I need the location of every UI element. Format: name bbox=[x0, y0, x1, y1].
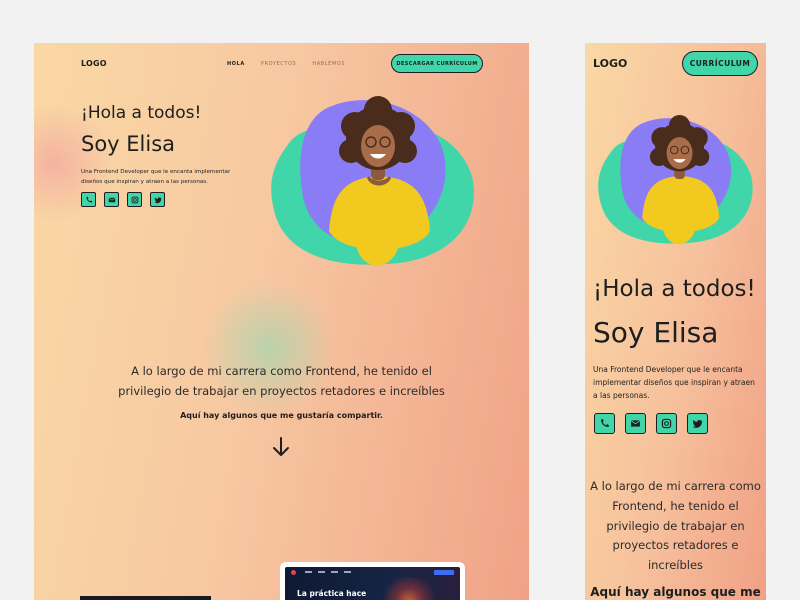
intro-description: Una Frontend Developer que le encanta im… bbox=[81, 169, 231, 185]
project-mini-nav bbox=[305, 571, 351, 573]
share-projects-text: Aquí hay algunos que me bbox=[590, 585, 761, 599]
twitter-icon[interactable] bbox=[687, 413, 708, 434]
cv-button[interactable]: CURRÍCULUM bbox=[682, 51, 758, 76]
main-nav: HOLA PROYECTOS HABLEMOS bbox=[227, 61, 345, 67]
career-statement: A lo largo de mi carrera como Frontend, … bbox=[590, 479, 761, 573]
phone-icon[interactable] bbox=[594, 413, 615, 434]
nav-link-hablemos[interactable]: HABLEMOS bbox=[312, 61, 345, 67]
project-artwork bbox=[379, 577, 439, 600]
project-thumbnail: La práctica hace bbox=[285, 567, 460, 600]
career-statement: A lo largo de mi carrera como Frontend, … bbox=[118, 364, 445, 399]
social-links bbox=[594, 413, 708, 434]
name-heading: Soy Elisa bbox=[593, 316, 719, 349]
greeting-heading: ¡Hola a todos! bbox=[81, 103, 202, 123]
desktop-preview: LOGO HOLA PROYECTOS HABLEMOS DESCARGAR C… bbox=[34, 43, 529, 600]
hero-portrait bbox=[271, 96, 474, 266]
intro-description: Una Frontend Developer que le encanta im… bbox=[593, 365, 755, 401]
phone-icon[interactable] bbox=[81, 192, 96, 207]
project-card-title: La práctica hace bbox=[297, 589, 367, 598]
arrow-down-icon[interactable] bbox=[271, 436, 291, 458]
logo[interactable]: LOGO bbox=[81, 59, 107, 68]
hero-portrait bbox=[598, 114, 753, 245]
project-card[interactable]: La práctica hace bbox=[280, 562, 465, 600]
instagram-icon[interactable] bbox=[127, 192, 142, 207]
project-label-bar bbox=[80, 596, 211, 600]
name-heading: Soy Elisa bbox=[81, 132, 176, 156]
share-projects-text: Aquí hay algunos que me gustaría compart… bbox=[180, 411, 383, 420]
mail-icon[interactable] bbox=[104, 192, 119, 207]
mail-icon[interactable] bbox=[625, 413, 646, 434]
social-links bbox=[81, 192, 165, 207]
nav-link-proyectos[interactable]: PROYECTOS bbox=[261, 61, 296, 67]
logo[interactable]: LOGO bbox=[593, 57, 627, 70]
download-cv-button[interactable]: DESCARGAR CURRÍCULUM bbox=[391, 54, 483, 73]
project-mini-button bbox=[434, 570, 454, 575]
mobile-preview: LOGO CURRÍCULUM ¡Hola a todos! Soy Elisa… bbox=[585, 43, 766, 600]
greeting-heading: ¡Hola a todos! bbox=[593, 276, 756, 302]
project-logo-icon bbox=[291, 570, 296, 575]
twitter-icon[interactable] bbox=[150, 192, 165, 207]
instagram-icon[interactable] bbox=[656, 413, 677, 434]
nav-link-hola[interactable]: HOLA bbox=[227, 61, 245, 67]
